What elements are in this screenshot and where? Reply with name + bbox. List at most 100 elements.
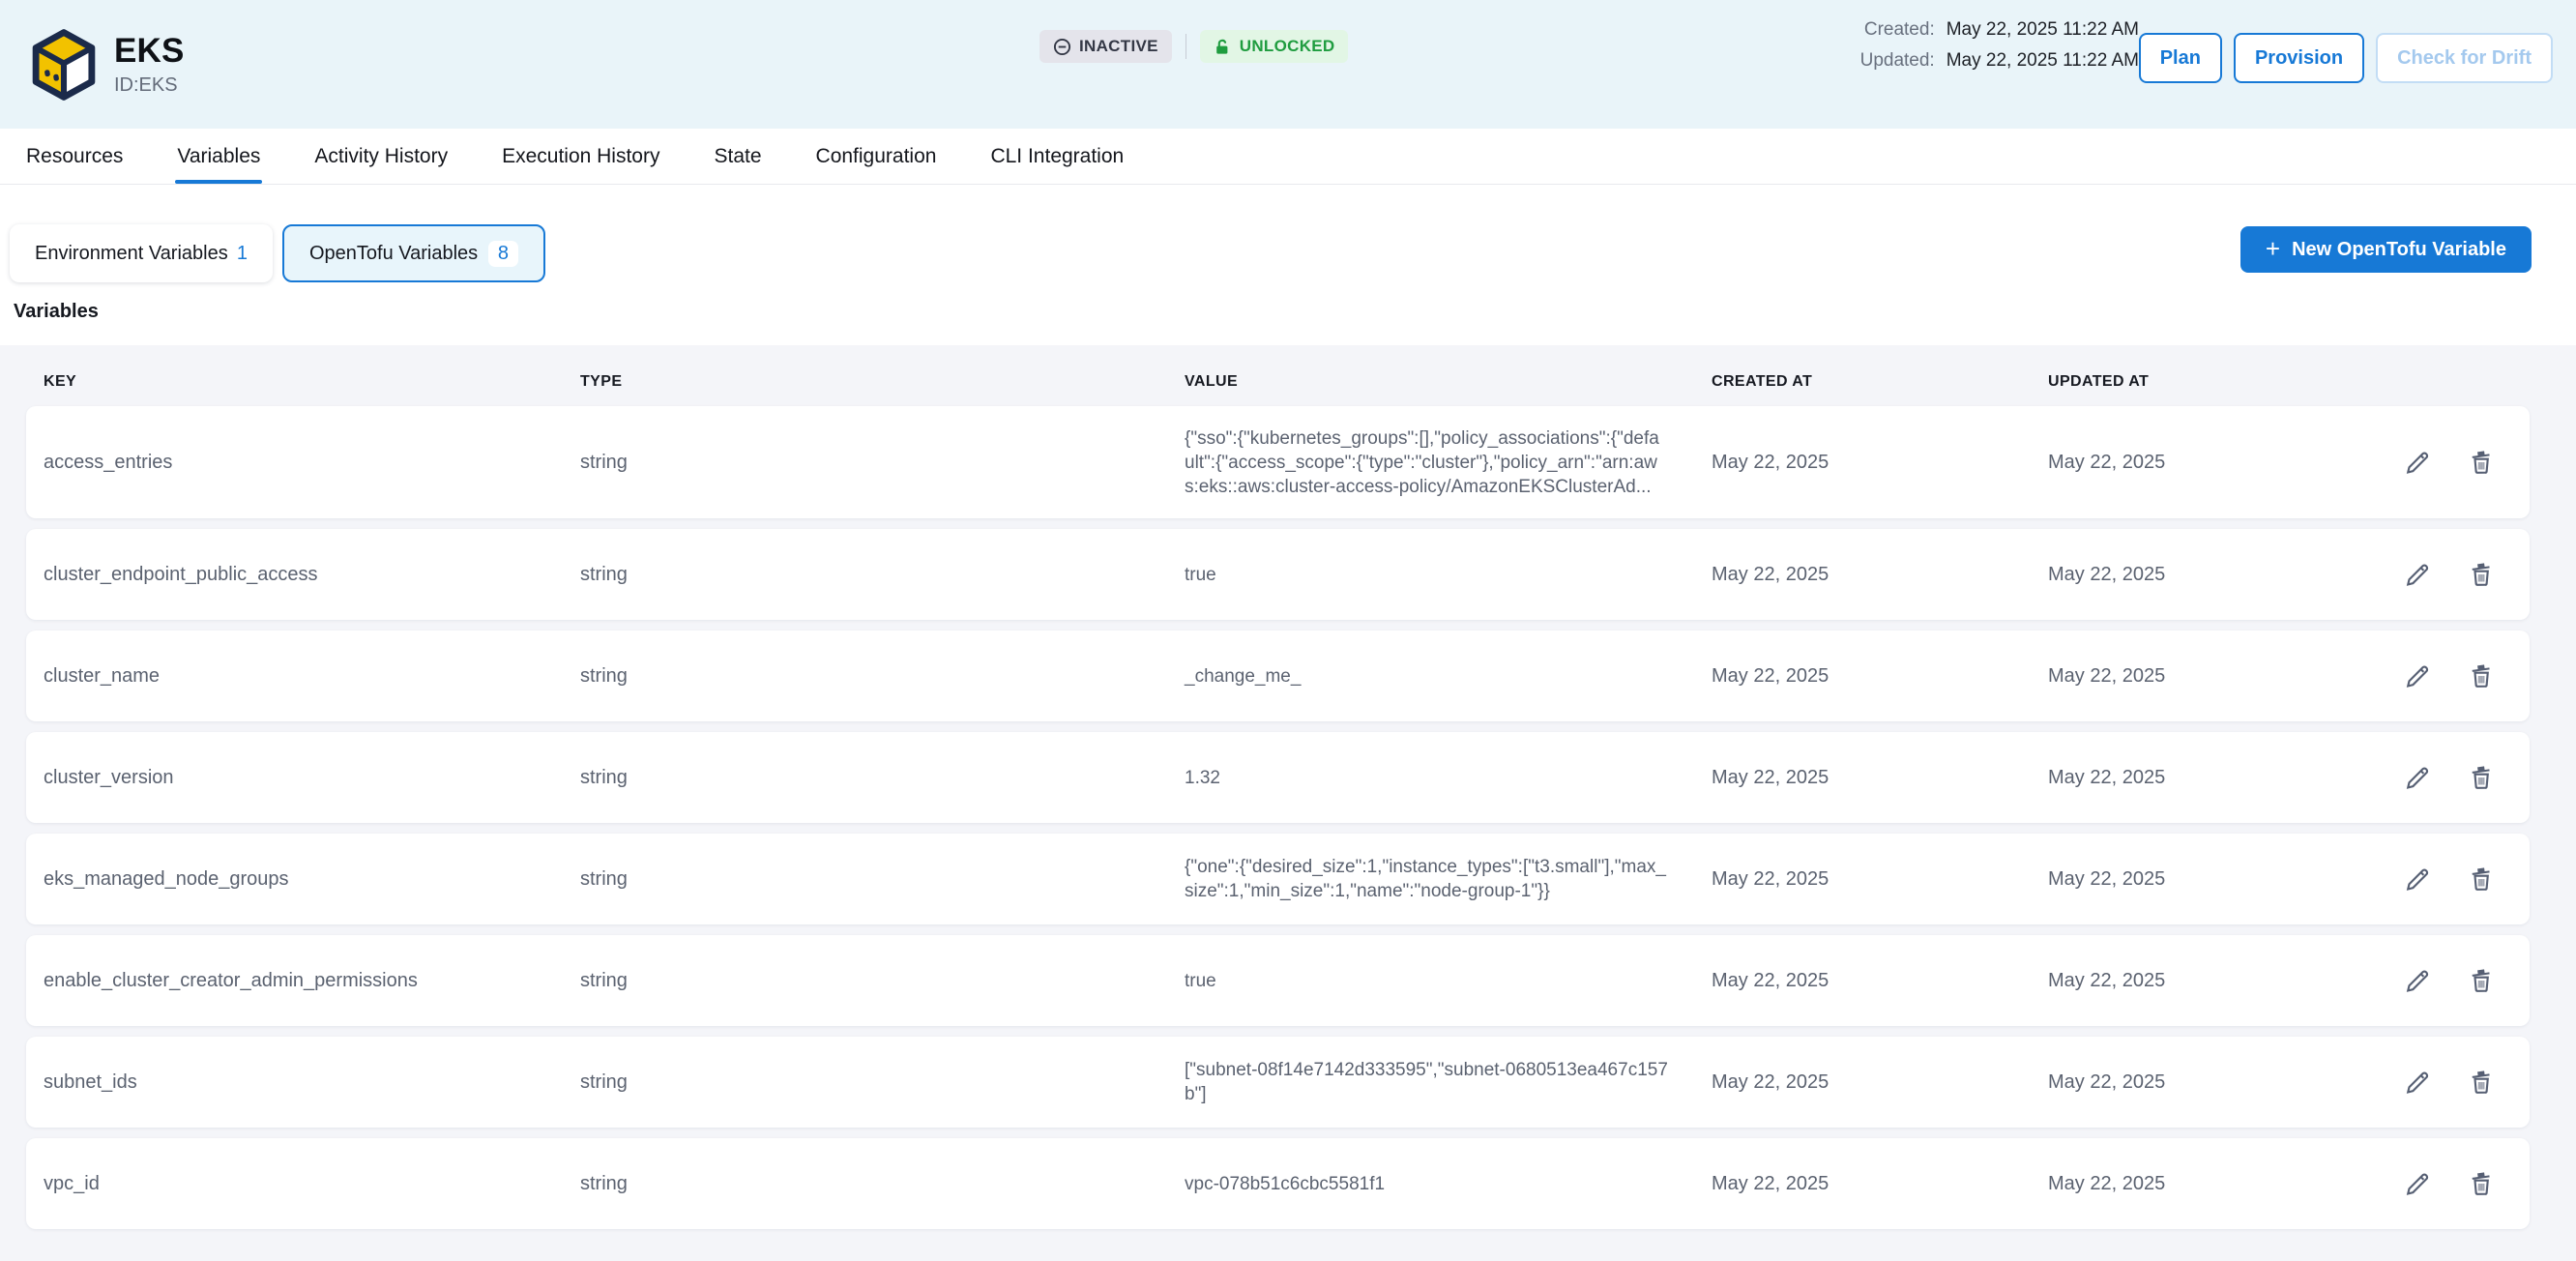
edit-variable-button[interactable] [2402, 965, 2433, 996]
delete-variable-button[interactable] [2466, 660, 2497, 691]
pencil-icon [2403, 763, 2432, 792]
variable-updated-at: May 22, 2025 [2048, 665, 2338, 688]
variable-value: ["subnet-08f14e7142d333595","subnet-0680… [1185, 1058, 1687, 1106]
main-tabs: Resources Variables Activity History Exe… [0, 129, 2576, 185]
pencil-icon [2403, 661, 2432, 690]
subtab-opentofu-variables[interactable]: OpenTofu Variables 8 [282, 224, 545, 282]
trash-icon [2467, 763, 2496, 792]
tab-execution-history[interactable]: Execution History [502, 129, 659, 184]
environment-id: ID:EKS [114, 74, 185, 97]
header-actions: Plan Provision Check for Drift [2139, 33, 2553, 83]
table-row: subnet_ids string ["subnet-08f14e7142d33… [26, 1037, 2530, 1128]
trash-icon [2467, 560, 2496, 589]
variable-type: string [580, 452, 1185, 474]
minus-circle-icon [1053, 38, 1071, 56]
delete-variable-button[interactable] [2466, 1168, 2497, 1199]
tab-variables[interactable]: Variables [177, 129, 260, 184]
pencil-icon [2403, 448, 2432, 477]
tab-state[interactable]: State [714, 129, 761, 184]
variable-updated-at: May 22, 2025 [2048, 868, 2338, 891]
provision-button[interactable]: Provision [2234, 33, 2364, 83]
trash-icon [2467, 661, 2496, 690]
edit-variable-button[interactable] [2402, 1168, 2433, 1199]
environment-variables-count: 1 [237, 243, 248, 265]
table-header-row: KEY TYPE VALUE CREATED AT UPDATED AT [26, 345, 2530, 406]
tab-resources[interactable]: Resources [26, 129, 123, 184]
delete-variable-button[interactable] [2466, 447, 2497, 478]
trash-icon [2467, 448, 2496, 477]
plan-button[interactable]: Plan [2139, 33, 2222, 83]
variable-created-at: May 22, 2025 [1712, 1071, 2048, 1094]
page-title: EKS [114, 32, 185, 71]
trash-icon [2467, 966, 2496, 995]
tab-activity-history[interactable]: Activity History [314, 129, 448, 184]
variable-updated-at: May 22, 2025 [2048, 970, 2338, 992]
subtab-environment-variables[interactable]: Environment Variables 1 [10, 224, 273, 282]
edit-variable-button[interactable] [2402, 864, 2433, 894]
table-row: cluster_version string 1.32 May 22, 2025… [26, 732, 2530, 823]
delete-variable-button[interactable] [2466, 965, 2497, 996]
variable-key: cluster_version [44, 767, 580, 789]
created-label: Created: [1860, 19, 1935, 41]
lock-status-badge: UNLOCKED [1200, 30, 1349, 63]
variable-created-at: May 22, 2025 [1712, 564, 2048, 586]
delete-variable-button[interactable] [2466, 1067, 2497, 1098]
edit-variable-button[interactable] [2402, 447, 2433, 478]
trash-icon [2467, 865, 2496, 894]
edit-variable-button[interactable] [2402, 559, 2433, 590]
variable-type: string [580, 564, 1185, 586]
column-header-value: VALUE [1185, 373, 1712, 391]
table-row: vpc_id string vpc-078b51c6cbc5581f1 May … [26, 1138, 2530, 1229]
delete-variable-button[interactable] [2466, 864, 2497, 894]
unlocked-icon [1214, 38, 1232, 56]
variable-updated-at: May 22, 2025 [2048, 1071, 2338, 1094]
pencil-icon [2403, 966, 2432, 995]
delete-variable-button[interactable] [2466, 762, 2497, 793]
updated-value: May 22, 2025 11:22 AM [1947, 50, 2139, 72]
table-row: eks_managed_node_groups string {"one":{"… [26, 834, 2530, 924]
table-row: cluster_name string _change_me_ May 22, … [26, 630, 2530, 721]
table-row: access_entries string {"sso":{"kubernete… [26, 406, 2530, 518]
new-opentofu-variable-button[interactable]: + New OpenTofu Variable [2240, 226, 2532, 273]
column-header-key: KEY [44, 373, 580, 391]
variable-key: vpc_id [44, 1173, 580, 1195]
timestamps: Created: May 22, 2025 11:22 AM Updated: … [1860, 19, 2139, 72]
opentofu-variables-count: 8 [488, 241, 518, 267]
variable-value: true [1185, 563, 1687, 587]
trash-icon [2467, 1169, 2496, 1198]
created-value: May 22, 2025 11:22 AM [1947, 19, 2139, 41]
plus-icon: + [2266, 236, 2280, 261]
variable-value: true [1185, 969, 1687, 993]
variable-key: cluster_name [44, 665, 580, 688]
edit-variable-button[interactable] [2402, 1067, 2433, 1098]
variable-updated-at: May 22, 2025 [2048, 767, 2338, 789]
variable-key: cluster_endpoint_public_access [44, 564, 580, 586]
variable-key: eks_managed_node_groups [44, 868, 580, 891]
tab-configuration[interactable]: Configuration [816, 129, 937, 184]
column-header-created-at: CREATED AT [1712, 373, 2048, 391]
variable-type: string [580, 1173, 1185, 1195]
tab-cli-integration[interactable]: CLI Integration [990, 129, 1124, 184]
check-for-drift-button[interactable]: Check for Drift [2376, 33, 2553, 83]
variable-key: access_entries [44, 452, 580, 474]
variable-type: string [580, 970, 1185, 992]
status-badges: INACTIVE UNLOCKED [1039, 30, 1348, 63]
pencil-icon [2403, 1169, 2432, 1198]
variable-updated-at: May 22, 2025 [2048, 1173, 2338, 1195]
edit-variable-button[interactable] [2402, 762, 2433, 793]
variable-type-switcher: Environment Variables 1 OpenTofu Variabl… [0, 224, 2576, 282]
opentofu-cube-logo [27, 28, 101, 102]
table-row: enable_cluster_creator_admin_permissions… [26, 935, 2530, 1026]
table-row: cluster_endpoint_public_access string tr… [26, 529, 2530, 620]
pencil-icon [2403, 560, 2432, 589]
pencil-icon [2403, 1068, 2432, 1097]
variable-created-at: May 22, 2025 [1712, 970, 2048, 992]
variable-value: {"sso":{"kubernetes_groups":[],"policy_a… [1185, 426, 1687, 499]
variable-created-at: May 22, 2025 [1712, 452, 2048, 474]
edit-variable-button[interactable] [2402, 660, 2433, 691]
variable-created-at: May 22, 2025 [1712, 767, 2048, 789]
variable-type: string [580, 868, 1185, 891]
variable-value: {"one":{"desired_size":1,"instance_types… [1185, 855, 1687, 903]
delete-variable-button[interactable] [2466, 559, 2497, 590]
variable-created-at: May 22, 2025 [1712, 665, 2048, 688]
